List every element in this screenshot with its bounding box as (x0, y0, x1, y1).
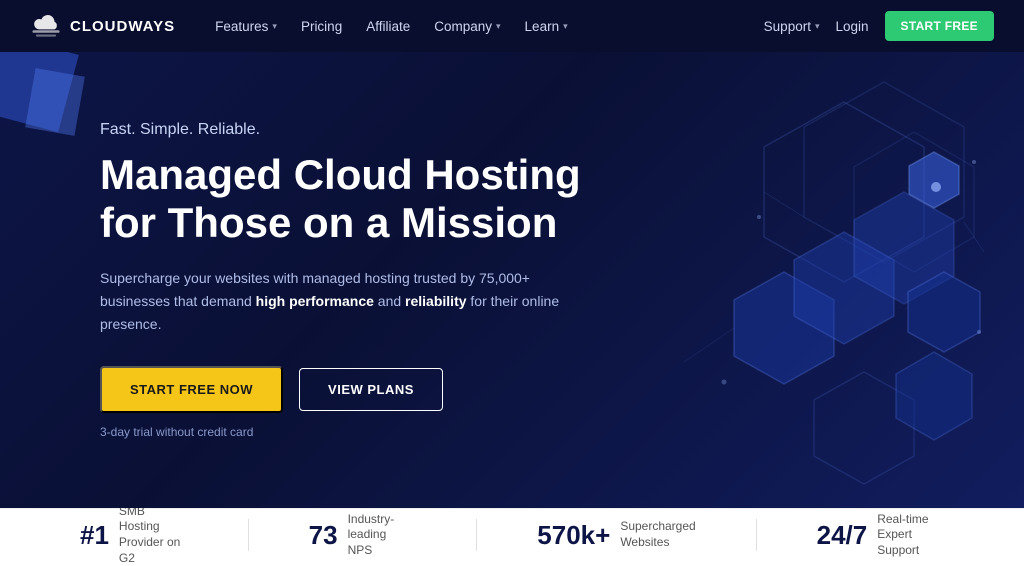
stat-number-2: 73 (309, 522, 338, 548)
stat-desc-4: Real-timeExpert Support (877, 512, 944, 559)
navbar: CLOUDWAYS Features ▾ Pricing Affiliate C… (0, 0, 1024, 52)
login-button[interactable]: Login (836, 19, 869, 34)
stat-divider-1 (248, 519, 249, 551)
cloudways-logo-icon (30, 15, 62, 37)
chevron-down-icon: ▾ (815, 21, 820, 32)
stat-item-3: 570k+ SuperchargedWebsites (537, 519, 695, 550)
logo-text: CLOUDWAYS (70, 18, 175, 35)
hex-decoration (504, 72, 984, 492)
decorative-rect-2 (25, 68, 85, 136)
stat-number-1: #1 (80, 522, 109, 548)
stat-item-2: 73 Industry-leadingNPS (309, 512, 417, 559)
nav-company[interactable]: Company ▾ (424, 13, 510, 40)
hero-bold-2: reliability (405, 293, 466, 309)
view-plans-button[interactable]: VIEW PLANS (299, 368, 443, 411)
nav-links: Features ▾ Pricing Affiliate Company ▾ L… (205, 13, 764, 40)
nav-affiliate[interactable]: Affiliate (356, 13, 420, 40)
stat-number-3: 570k+ (537, 522, 610, 548)
logo[interactable]: CLOUDWAYS (30, 15, 175, 37)
stats-bar: #1 SMB HostingProvider on G2 73 Industry… (0, 508, 1024, 561)
nav-pricing[interactable]: Pricing (291, 13, 352, 40)
start-free-nav-button[interactable]: START FREE (885, 11, 994, 41)
stat-desc-1: SMB HostingProvider on G2 (119, 504, 188, 566)
support-button[interactable]: Support ▾ (764, 19, 820, 34)
start-free-now-button[interactable]: START FREE NOW (100, 366, 283, 413)
hero-bold-1: high performance (256, 293, 374, 309)
stat-number-4: 24/7 (817, 522, 868, 548)
chevron-down-icon: ▾ (272, 21, 277, 32)
stat-desc-3: SuperchargedWebsites (620, 519, 695, 550)
stat-divider-2 (476, 519, 477, 551)
chevron-down-icon: ▾ (563, 21, 568, 32)
nav-features[interactable]: Features ▾ (205, 13, 287, 40)
hero-description: Supercharge your websites with managed h… (100, 267, 560, 336)
stat-item-4: 24/7 Real-timeExpert Support (817, 512, 944, 559)
stat-desc-2: Industry-leadingNPS (348, 512, 417, 559)
nav-learn[interactable]: Learn ▾ (515, 13, 578, 40)
nav-right: Support ▾ Login START FREE (764, 11, 994, 41)
stat-divider-3 (756, 519, 757, 551)
hero-section: Fast. Simple. Reliable. Managed Cloud Ho… (0, 52, 1024, 508)
chevron-down-icon: ▾ (496, 21, 501, 32)
stat-item-1: #1 SMB HostingProvider on G2 (80, 504, 188, 566)
